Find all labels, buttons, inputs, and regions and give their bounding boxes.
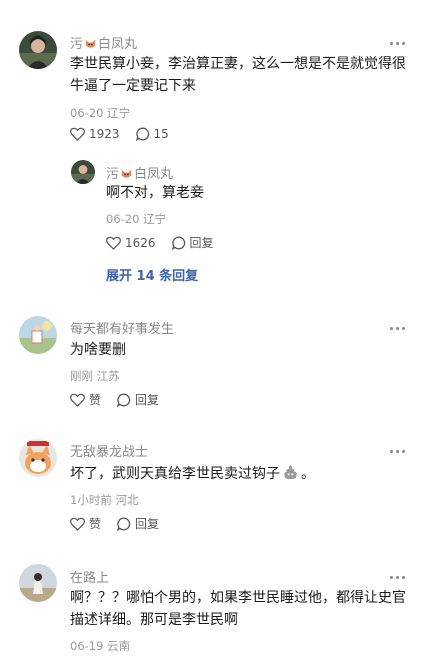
username[interactable]: 无敌暴龙战士 <box>70 441 148 460</box>
comment-icon <box>171 236 185 250</box>
username[interactable]: 每天都有好事发生 <box>70 318 174 337</box>
reply-avatar[interactable] <box>71 160 95 184</box>
comment-text: 为啥要删 <box>70 342 126 358</box>
comment-meta: 06-20 辽宁 <box>70 106 131 120</box>
avatar[interactable] <box>19 564 57 602</box>
reply-meta: 06-20 辽宁 <box>106 212 167 226</box>
heart-icon <box>70 517 85 531</box>
heart-icon <box>70 127 85 141</box>
reply-button[interactable]: 回复 <box>171 234 214 251</box>
comment-actions: 1923 15 <box>70 127 185 141</box>
reply-button[interactable]: 回复 <box>117 391 159 408</box>
username[interactable]: 污白凤丸 <box>70 33 137 52</box>
reply-username[interactable]: 污白凤丸 <box>106 163 173 182</box>
comment-text: 啊？？？哪怕个男的，如果李世民睡过他，都得让史官 描述详细。那可是李世民啊 <box>70 590 406 628</box>
like-button[interactable]: 赞 <box>70 515 101 532</box>
more-icon[interactable] <box>390 572 406 582</box>
more-icon[interactable] <box>390 38 406 48</box>
comment-icon <box>117 517 131 531</box>
avatar[interactable] <box>19 31 57 69</box>
comment-actions: 赞 回复 <box>70 391 175 408</box>
reply-button[interactable]: 回复 <box>117 515 159 532</box>
expand-replies-link[interactable]: 展开 14 条回复 <box>106 265 198 284</box>
more-icon[interactable] <box>390 446 406 456</box>
comment-meta: 1小时前 河北 <box>70 493 139 507</box>
like-button[interactable]: 1626 <box>106 236 156 250</box>
comment-meta: 06-19 云南 <box>70 639 131 653</box>
heart-icon <box>70 393 85 407</box>
heart-icon <box>106 236 121 250</box>
avatar[interactable] <box>19 439 57 477</box>
more-icon[interactable] <box>390 323 406 333</box>
avatar[interactable] <box>19 316 57 354</box>
poop-emoji-icon <box>284 464 297 480</box>
like-button[interactable]: 1923 <box>70 127 120 141</box>
comment-text: 李世民算小妾，李治算正妻，这么一想是不是就觉得很 牛逼了一定要记下来 <box>70 56 406 94</box>
username[interactable]: 在路上 <box>70 567 109 586</box>
fox-badge-icon <box>85 39 96 48</box>
comment-icon <box>135 127 149 141</box>
like-button[interactable]: 赞 <box>70 391 101 408</box>
comment-meta: 刚刚 江苏 <box>70 369 120 383</box>
comment-icon <box>117 393 131 407</box>
reply-text: 啊不对，算老妾 <box>106 185 204 201</box>
reply-actions: 1626 回复 <box>106 234 230 251</box>
comment-actions: 赞 回复 <box>70 515 175 532</box>
comment-text: 坏了，武则天真给李世民卖过钩子。 <box>70 464 315 482</box>
reply-count-button[interactable]: 15 <box>135 127 169 141</box>
fox-badge-icon <box>121 169 132 178</box>
